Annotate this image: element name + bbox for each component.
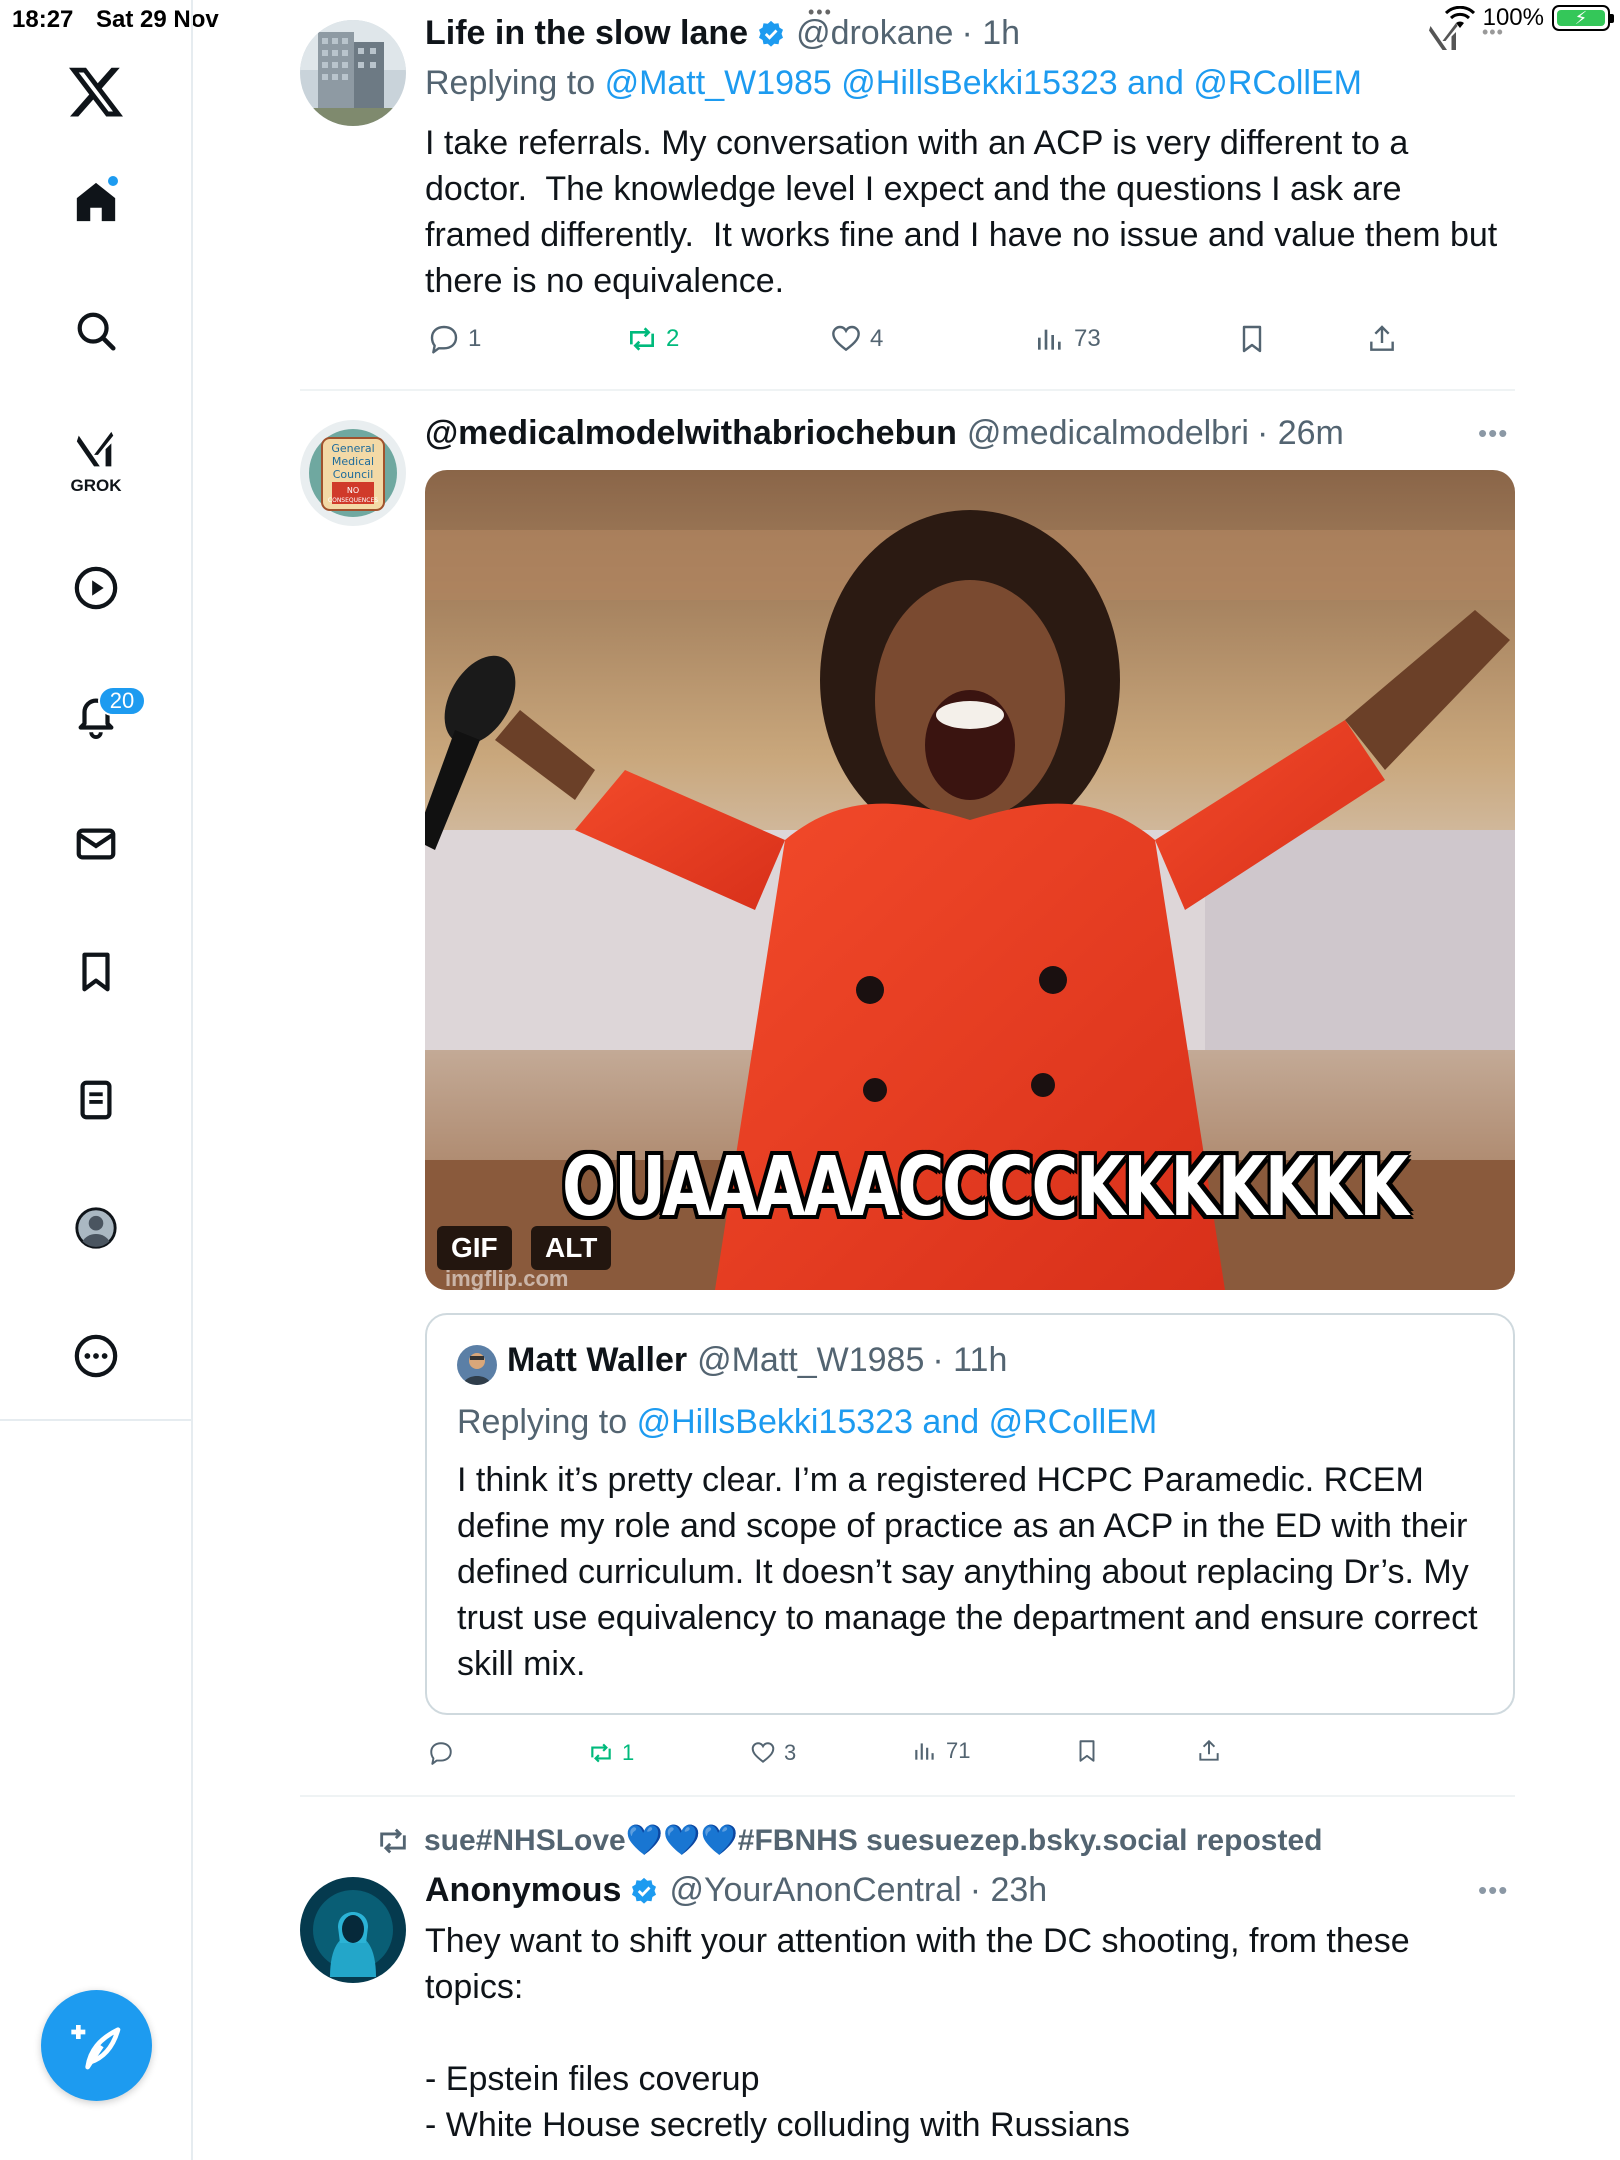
replying-prefix: Replying to xyxy=(425,64,596,102)
tweet-1-header: Life in the slow lane @drokane · 1h xyxy=(425,14,1020,53)
tweet-2-header: @medicalmodelwithabriochebun @medicalmod… xyxy=(425,414,1344,453)
reply-icon xyxy=(430,325,458,354)
compose-button[interactable] xyxy=(41,1990,152,2101)
quoted-tweet-text: I think it’s pretty clear. I’m a registe… xyxy=(457,1461,1478,1683)
compose-feather-icon xyxy=(70,2024,120,2069)
tweet-2-like-button[interactable]: 3 xyxy=(750,1740,796,1766)
replying-to-link[interactable]: @Matt_W1985 @HillsBekki15323 and @RCollE… xyxy=(605,64,1362,102)
tweet-3-repost-context: sue#NHSLove💙💙💙#FBNHS suesuezep.bsky.soci… xyxy=(376,1823,1322,1858)
share-icon xyxy=(1370,325,1394,351)
search-icon[interactable] xyxy=(70,305,122,357)
bookmarks-icon[interactable] xyxy=(70,946,122,998)
tweet-1-author-name[interactable]: Life in the slow lane xyxy=(425,14,748,53)
tweet-3-author-name[interactable]: Anonymous xyxy=(425,1871,621,1910)
tweet-3-text: They want to shift your attention with t… xyxy=(425,1922,1410,2144)
avatar-text-line-1: General xyxy=(331,442,374,455)
tweet-2-author-name[interactable]: @medicalmodelwithabriochebun xyxy=(425,414,957,453)
tweet-2-like-count: 3 xyxy=(784,1740,797,1765)
tweet-1-text: I take referrals. My conversation with a… xyxy=(425,124,1507,300)
share-icon xyxy=(1199,1739,1219,1761)
tweet-1-repost-button[interactable]: 2 xyxy=(626,323,679,355)
quoted-tweet-card[interactable]: Matt Waller @Matt_W1985 · 11h Replying t… xyxy=(425,1313,1515,1715)
tweet-1-reply-count: 1 xyxy=(468,325,482,352)
tweet-2-time: · 26m xyxy=(1256,414,1344,452)
tweet-1-repost-count: 2 xyxy=(666,325,680,352)
tweet-1-views[interactable]: 73 xyxy=(1034,323,1101,355)
quoted-tweet-header: Matt Waller @Matt_W1985 · 11h xyxy=(507,1341,1007,1380)
like-icon xyxy=(751,1742,775,1763)
lists-icon[interactable] xyxy=(70,1074,122,1126)
gif-caption-text: OUAAAAACCCCKKKKKKK xyxy=(562,1140,1409,1235)
gif-badge: GIF xyxy=(437,1226,512,1270)
grok-icon[interactable] xyxy=(70,425,122,477)
verified-badge-icon xyxy=(759,20,784,47)
tweet-3-avatar[interactable] xyxy=(300,1877,406,1983)
avatar-text-line-3: Council xyxy=(333,468,374,481)
tweet-2-avatar[interactable]: General Medical Council NO CONSEQUENCES xyxy=(300,420,406,526)
battery-icon: ⚡ xyxy=(1552,5,1614,31)
tweet-divider xyxy=(300,1795,1515,1797)
messages-icon[interactable] xyxy=(70,818,122,870)
tweet-1-like-count: 4 xyxy=(870,325,884,352)
tweet-2-reply-button[interactable] xyxy=(428,1740,462,1766)
tweet-2-views[interactable]: 71 xyxy=(912,1738,970,1764)
x-logo-icon[interactable] xyxy=(66,62,126,122)
tweet-3-time: · 23h xyxy=(969,1871,1048,1909)
tweet-1-replying: Replying to @Matt_W1985 @HillsBekki15323… xyxy=(425,64,1362,103)
tweet-1-time: · 1h xyxy=(961,14,1021,52)
bookmark-icon xyxy=(1079,1740,1095,1762)
tweet-2-views-count: 71 xyxy=(946,1738,971,1763)
views-icon xyxy=(1038,329,1061,350)
tweet-3-header: Anonymous @YourAnonCentral · 23h xyxy=(425,1871,1047,1910)
like-icon xyxy=(832,325,860,352)
tweet-1-reply-button[interactable]: 1 xyxy=(428,323,481,355)
quoted-replying: Replying to @HillsBekki15323 and @RCollE… xyxy=(457,1403,1157,1442)
grok-floating-dots: ••• xyxy=(1482,22,1504,42)
tweet-1-bookmark-button[interactable] xyxy=(1236,323,1268,355)
quoted-author-handle[interactable]: @Matt_W1985 xyxy=(697,1341,924,1380)
verified-badge-icon xyxy=(632,1877,657,1904)
quoted-time: · 11h xyxy=(932,1341,1008,1379)
quoted-author-name[interactable]: Matt Waller xyxy=(507,1341,687,1380)
avatar-text-line-2: Medical xyxy=(332,455,374,468)
views-icon xyxy=(915,1743,934,1760)
repost-icon xyxy=(591,1743,611,1763)
tweet-1-share-button[interactable] xyxy=(1366,323,1398,355)
bookmark-icon xyxy=(1242,325,1262,353)
more-icon[interactable] xyxy=(70,1330,122,1382)
video-icon[interactable] xyxy=(70,562,122,614)
home-unread-dot xyxy=(108,176,118,186)
avatar-text-line-5: CONSEQUENCES xyxy=(328,497,378,504)
alt-badge[interactable]: ALT xyxy=(531,1226,612,1270)
tweet-divider xyxy=(300,389,1515,391)
tweet-2-more-icon[interactable]: ••• xyxy=(1478,418,1508,449)
sidebar: GROK 20 xyxy=(0,0,193,2160)
tweet-2-gif[interactable]: OUAAAAACCCCKKKKKKK imgflip.com GIF ALT xyxy=(425,470,1515,1290)
quoted-tweet-avatar[interactable] xyxy=(457,1345,497,1385)
tweet-2-share-button[interactable] xyxy=(1196,1738,1222,1764)
tweet-2-repost-button[interactable]: 1 xyxy=(588,1740,634,1766)
tweet-3-handle[interactable]: @YourAnonCentral xyxy=(669,1871,961,1910)
quoted-replying-prefix: Replying to xyxy=(457,1403,628,1441)
quoted-replying-to-link[interactable]: @HillsBekki15323 and @RCollEM xyxy=(637,1403,1158,1441)
tweet-2-repost-count: 1 xyxy=(622,1740,635,1765)
tweet-2-handle[interactable]: @medicalmodelbri xyxy=(967,414,1249,453)
notifications-badge: 20 xyxy=(98,686,146,716)
tweet-1-views-count: 73 xyxy=(1074,325,1101,352)
status-indicators: 100% ⚡ xyxy=(1444,4,1614,32)
tweet-1-avatar[interactable] xyxy=(300,20,406,126)
tweet-1-handle[interactable]: @drokane xyxy=(796,14,953,53)
profile-icon[interactable] xyxy=(70,1202,122,1254)
grok-label: GROK xyxy=(70,476,122,495)
reply-icon xyxy=(430,1742,452,1765)
reposted-by-text[interactable]: sue#NHSLove💙💙💙#FBNHS suesuezep.bsky.soci… xyxy=(424,1823,1322,1858)
sidebar-divider xyxy=(0,1419,193,1421)
repost-icon xyxy=(630,327,654,351)
grok-floating-icon[interactable] xyxy=(1424,20,1464,56)
repost-icon xyxy=(380,1828,406,1853)
tweet-3-more-icon[interactable]: ••• xyxy=(1478,1875,1508,1906)
avatar-text-line-4: NO xyxy=(347,486,359,495)
tweet-1-like-button[interactable]: 4 xyxy=(830,323,883,355)
tweet-2-bookmark-button[interactable] xyxy=(1074,1738,1100,1764)
